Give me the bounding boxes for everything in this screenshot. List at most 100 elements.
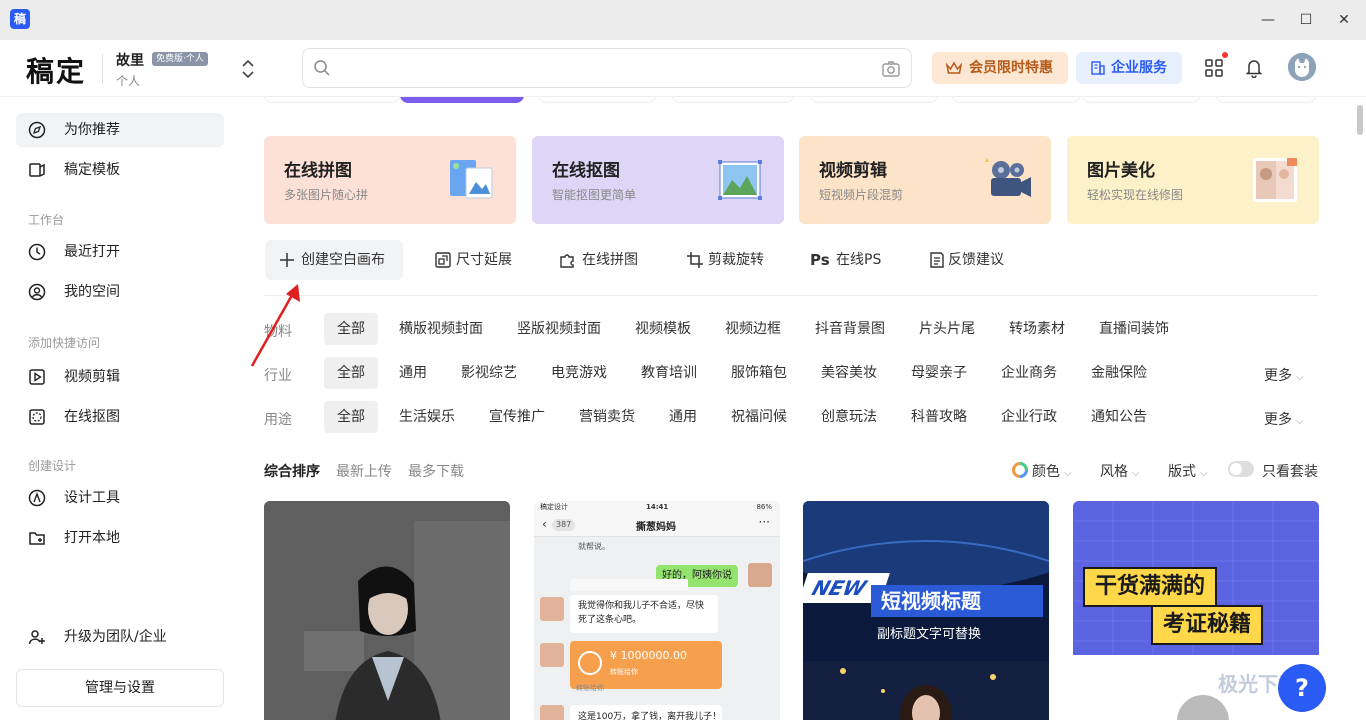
create-blank-canvas-label: 创建空白画布 bbox=[301, 252, 385, 268]
template-card-portrait[interactable] bbox=[264, 501, 510, 720]
chip-industry[interactable]: 教育培训 bbox=[628, 357, 710, 389]
chip-usage[interactable]: 企业行政 bbox=[988, 401, 1070, 433]
sidebar-item-cutout[interactable]: 在线抠图 bbox=[16, 400, 224, 434]
banner-stub[interactable] bbox=[264, 97, 400, 103]
vip-offer-button[interactable]: 会员限时特惠 bbox=[932, 52, 1068, 84]
chip-industry[interactable]: 美容美妆 bbox=[808, 357, 890, 389]
sort-most-downloaded[interactable]: 最多下载 bbox=[408, 461, 464, 481]
ps-icon: Ps bbox=[810, 251, 830, 269]
crop-rotate-button[interactable]: 剪裁旋转 bbox=[686, 240, 764, 280]
color-filter[interactable]: 颜色 ⌵ bbox=[1012, 461, 1072, 481]
chip-usage[interactable]: 科普攻略 bbox=[898, 401, 980, 433]
logo[interactable]: 稿定 bbox=[26, 50, 86, 90]
chip-industry[interactable]: 全部 bbox=[324, 357, 378, 389]
minimize-button[interactable]: — bbox=[1258, 10, 1278, 30]
chip-usage[interactable]: 全部 bbox=[324, 401, 378, 433]
bell-icon[interactable] bbox=[1244, 58, 1264, 78]
chat-avatar bbox=[540, 705, 564, 720]
more-usage-button[interactable]: 更多 ⌵ bbox=[1264, 409, 1304, 429]
sidebar-item-templates[interactable]: 稿定模板 bbox=[16, 153, 224, 187]
sidebar-item-design-tools[interactable]: 设计工具 bbox=[16, 481, 224, 515]
feedback-icon bbox=[930, 252, 944, 268]
banner-stub-active[interactable] bbox=[400, 97, 524, 103]
chip-usage[interactable]: 创意玩法 bbox=[808, 401, 890, 433]
sidebar-item-video-edit[interactable]: 视频剪辑 bbox=[16, 360, 224, 394]
chip-usage[interactable]: 生活娱乐 bbox=[386, 401, 468, 433]
sidebar-item-open-local[interactable]: 打开本地 bbox=[16, 521, 224, 555]
camera-icon[interactable] bbox=[881, 59, 901, 79]
search-input[interactable] bbox=[302, 48, 912, 88]
feedback-button[interactable]: 反馈建议 bbox=[928, 240, 1004, 280]
chip-material[interactable]: 转场素材 bbox=[996, 313, 1078, 345]
chip-usage[interactable]: 通知公告 bbox=[1078, 401, 1160, 433]
create-blank-canvas-button[interactable]: 创建空白画布 bbox=[265, 240, 403, 280]
chip-usage[interactable]: 营销卖货 bbox=[566, 401, 648, 433]
chip-material[interactable]: 直播间装饰 bbox=[1086, 313, 1182, 345]
chip-usage[interactable]: 祝福问候 bbox=[718, 401, 800, 433]
avatar[interactable] bbox=[1288, 53, 1316, 81]
scrollbar[interactable] bbox=[1354, 97, 1366, 720]
chip-material[interactable]: 竖版视频封面 bbox=[504, 313, 614, 345]
manage-settings-button[interactable]: 管理与设置 bbox=[16, 669, 224, 707]
chip-usage[interactable]: 宣传推广 bbox=[476, 401, 558, 433]
chip-industry[interactable]: 电竞游戏 bbox=[538, 357, 620, 389]
sidebar-item-recent[interactable]: 最近打开 bbox=[16, 235, 224, 269]
banner-stub[interactable] bbox=[1216, 97, 1316, 103]
chip-material[interactable]: 视频边框 bbox=[712, 313, 794, 345]
template-icon bbox=[29, 163, 45, 177]
sidebar-item-recommend[interactable]: 为你推荐 bbox=[16, 113, 224, 147]
switch-account-icon[interactable] bbox=[238, 58, 258, 80]
layout-filter[interactable]: 版式 ⌵ bbox=[1168, 461, 1208, 481]
feature-card-beautify[interactable]: 图片美化 轻松实现在线修图 bbox=[1067, 136, 1319, 224]
template-card-news[interactable]: NEW 短视频标题 副标题文字可替换 bbox=[803, 501, 1049, 720]
banner-stub[interactable] bbox=[538, 97, 656, 103]
enterprise-service-button[interactable]: 企业服务 bbox=[1076, 52, 1182, 84]
chip-industry[interactable]: 通用 bbox=[386, 357, 440, 389]
apps-grid-icon[interactable] bbox=[1204, 58, 1224, 78]
more-industry-button[interactable]: 更多 ⌵ bbox=[1264, 365, 1304, 385]
chip-material[interactable]: 视频模板 bbox=[622, 313, 704, 345]
scrollbar-thumb[interactable] bbox=[1357, 105, 1363, 135]
banner-stub[interactable] bbox=[810, 97, 938, 103]
chip-industry[interactable]: 企业商务 bbox=[988, 357, 1070, 389]
banner-stub[interactable] bbox=[1082, 97, 1200, 103]
chip-material[interactable]: 片头片尾 bbox=[906, 313, 988, 345]
plus-icon bbox=[280, 253, 294, 267]
sort-newest[interactable]: 最新上传 bbox=[336, 461, 392, 481]
chip-industry[interactable]: 金融保险 bbox=[1078, 357, 1160, 389]
chip-material[interactable]: 全部 bbox=[324, 313, 378, 345]
feature-card-collage[interactable]: 在线拼图 多张图片随心拼 bbox=[264, 136, 516, 224]
sidebar-item-my-space[interactable]: 我的空间 bbox=[16, 275, 224, 309]
chip-industry[interactable]: 影视综艺 bbox=[448, 357, 530, 389]
chip-material[interactable]: 抖音背景图 bbox=[802, 313, 898, 345]
size-extend-button[interactable]: 尺寸延展 bbox=[434, 240, 512, 280]
feature-card-video-edit[interactable]: 视频剪辑 短视频片段混剪 bbox=[799, 136, 1051, 224]
maximize-button[interactable]: ☐ bbox=[1296, 10, 1316, 30]
close-button[interactable]: ✕ bbox=[1334, 10, 1354, 30]
chip-usage[interactable]: 通用 bbox=[656, 401, 710, 433]
cutout-icon bbox=[29, 409, 45, 425]
sidebar-item-upgrade[interactable]: 升级为团队/企业 bbox=[16, 620, 224, 654]
help-button[interactable]: ? bbox=[1278, 664, 1326, 712]
crown-icon bbox=[946, 61, 962, 74]
banner-stub[interactable] bbox=[952, 97, 1080, 103]
user-name[interactable]: 故里 bbox=[116, 50, 144, 70]
chip-material[interactable]: 横版视频封面 bbox=[386, 313, 496, 345]
pen-icon bbox=[28, 489, 46, 507]
chip-industry[interactable]: 服饰箱包 bbox=[718, 357, 800, 389]
section-workbench: 工作台 bbox=[28, 213, 65, 227]
user-circle-icon bbox=[28, 283, 46, 301]
online-ps-button[interactable]: Ps 在线PS bbox=[810, 240, 881, 280]
style-filter[interactable]: 风格 ⌵ bbox=[1100, 461, 1140, 481]
size-extend-label: 尺寸延展 bbox=[456, 252, 512, 268]
chip-industry[interactable]: 母婴亲子 bbox=[898, 357, 980, 389]
banner-stub[interactable] bbox=[672, 97, 794, 103]
feature-card-cutout[interactable]: 在线抠图 智能抠图更简单 bbox=[532, 136, 784, 224]
phone-status-bar: 稿定设计 14:41 86% bbox=[534, 501, 780, 513]
only-sets-toggle[interactable] bbox=[1228, 461, 1254, 477]
collage-icon bbox=[450, 160, 493, 199]
sort-comprehensive[interactable]: 综合排序 bbox=[264, 461, 320, 481]
status-carrier: 稿定设计 bbox=[540, 503, 568, 511]
template-card-chat[interactable]: 稿定设计 14:41 86% ‹ 387 撕葱妈妈 ··· 就帮说。 好的，阿姨… bbox=[534, 501, 780, 720]
online-collage-button[interactable]: 在线拼图 bbox=[558, 240, 638, 280]
